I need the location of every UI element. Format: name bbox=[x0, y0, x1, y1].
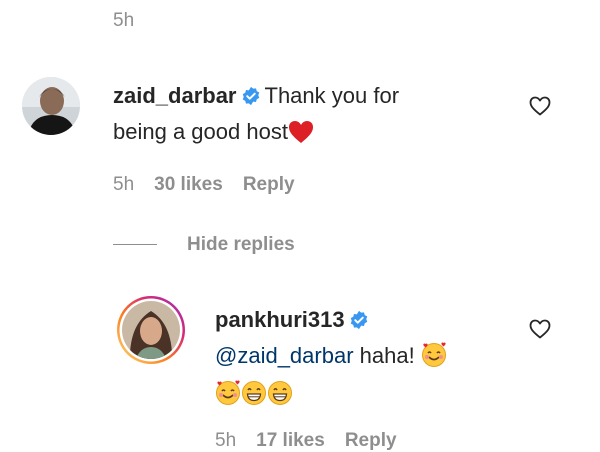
previous-comment-time: 5h bbox=[113, 10, 135, 31]
comment-text-line1: Thank you for bbox=[264, 83, 400, 108]
smiling-face-with-hearts-emoji bbox=[421, 342, 447, 377]
replies-divider bbox=[113, 244, 157, 245]
comment-time: 5h bbox=[215, 430, 237, 451]
likes-count[interactable]: 30 likes bbox=[154, 174, 223, 195]
comment-text-line2: being a good host bbox=[113, 119, 288, 144]
username-pankhuri313[interactable]: pankhuri313 bbox=[215, 307, 345, 332]
reply-button[interactable]: Reply bbox=[345, 430, 397, 451]
comment-zaid-darbar: zaid_darbar Thank you for being a good ho… bbox=[113, 79, 473, 153]
red-heart-emoji bbox=[288, 120, 314, 153]
heart-outline-icon[interactable] bbox=[529, 319, 551, 344]
comment-pankhuri313: pankhuri313 @zaid_darbar haha! bbox=[215, 303, 515, 415]
avatar-zaid-darbar[interactable] bbox=[22, 77, 80, 135]
smiling-face-with-hearts-emoji bbox=[215, 380, 241, 415]
likes-count[interactable]: 17 likes bbox=[256, 430, 325, 451]
grinning-face-emoji bbox=[267, 380, 293, 415]
reply-text: haha! bbox=[353, 343, 415, 368]
comment-time: 5h bbox=[113, 174, 135, 195]
verified-badge-icon bbox=[241, 82, 261, 115]
heart-outline-icon[interactable] bbox=[529, 96, 551, 121]
avatar-pankhuri313[interactable] bbox=[116, 295, 186, 365]
comment-meta-pankhuri: 5h 17 likes Reply bbox=[215, 430, 417, 452]
comment-meta-zaid: 5h 30 likes Reply bbox=[113, 174, 315, 196]
mention-link[interactable]: @zaid_darbar bbox=[215, 343, 354, 368]
grinning-face-emoji bbox=[241, 380, 267, 415]
hide-replies-button[interactable]: Hide replies bbox=[187, 234, 295, 256]
verified-badge-icon bbox=[349, 306, 369, 339]
username-zaid-darbar[interactable]: zaid_darbar bbox=[113, 83, 237, 108]
reply-button[interactable]: Reply bbox=[243, 174, 295, 195]
